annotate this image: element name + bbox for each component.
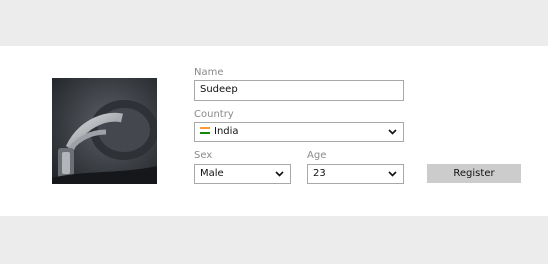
sex-select[interactable]: Male: [194, 164, 291, 184]
name-value: Sudeep: [200, 84, 238, 95]
name-label: Name: [194, 67, 224, 78]
chevron-down-icon: [388, 171, 397, 177]
chevron-down-icon: [275, 171, 284, 177]
age-select[interactable]: 23: [307, 164, 404, 184]
age-label: Age: [307, 150, 327, 161]
age-value: 23: [313, 168, 326, 179]
country-select[interactable]: India: [194, 122, 404, 142]
country-label: Country: [194, 109, 234, 120]
name-field[interactable]: Sudeep: [194, 80, 404, 101]
sex-value: Male: [200, 168, 224, 179]
sex-label: Sex: [194, 150, 213, 161]
headphones-photo: [52, 78, 157, 184]
india-flag-icon: [200, 127, 210, 134]
country-value: India: [214, 126, 239, 137]
register-button[interactable]: Register: [427, 164, 521, 183]
chevron-down-icon: [388, 129, 397, 135]
